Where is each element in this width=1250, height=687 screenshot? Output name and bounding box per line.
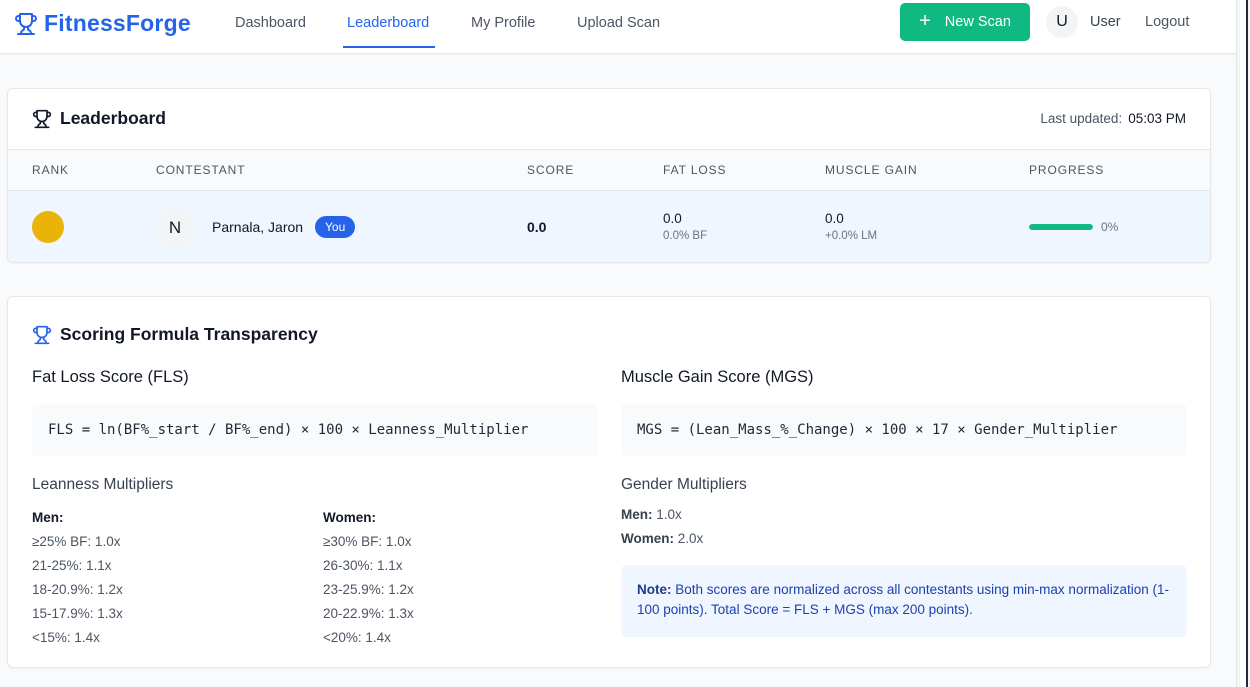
list-item: 15-17.9%: 1.3x	[32, 606, 123, 621]
women-label: Women:	[323, 510, 376, 525]
rank-badge	[32, 211, 64, 243]
user-avatar[interactable]: U	[1046, 6, 1078, 38]
gender-women-value: 2.0x	[677, 531, 704, 546]
list-item: ≥25% BF: 1.0x	[32, 534, 121, 549]
you-badge: You	[315, 216, 356, 238]
last-updated: Last updated: 05:03 PM	[1040, 111, 1186, 126]
contestant-avatar: N	[155, 208, 195, 248]
col-muscle-gain: MUSCLE GAIN	[825, 163, 918, 177]
last-updated-time: 05:03 PM	[1128, 111, 1186, 126]
top-navbar: FitnessForge Dashboard Leaderboard My Pr…	[0, 0, 1236, 54]
col-progress: PROGRESS	[1029, 163, 1105, 177]
list-item: 23-25.9%: 1.2x	[323, 582, 414, 597]
list-item: 18-20.9%: 1.2x	[32, 582, 123, 597]
list-item: ≥30% BF: 1.0x	[323, 534, 412, 549]
men-multipliers: Men: ≥25% BF: 1.0x 21-25%: 1.1x 18-20.9%…	[32, 506, 123, 650]
list-item: 20-22.9%: 1.3x	[323, 606, 414, 621]
scoring-heading: Scoring Formula Transparency	[32, 324, 318, 345]
brand-logo[interactable]: FitnessForge	[14, 10, 191, 37]
active-nav-indicator	[343, 46, 435, 48]
new-scan-label: New Scan	[944, 14, 1011, 30]
leaderboard-heading: Leaderboard	[32, 108, 166, 129]
fls-formula: FLS = ln(BF%_start / BF%_end) × 100 × Le…	[32, 404, 598, 456]
muscle-gain-value: 0.0	[825, 211, 844, 226]
leaderboard-title: Leaderboard	[60, 108, 166, 128]
nav-upload-scan[interactable]: Upload Scan	[577, 15, 660, 31]
nav-dashboard[interactable]: Dashboard	[235, 15, 306, 31]
last-updated-label: Last updated:	[1040, 111, 1123, 126]
gender-heading: Gender Multipliers	[621, 476, 747, 493]
gender-men: Men: 1.0x	[621, 507, 682, 522]
gender-women-label: Women:	[621, 531, 674, 546]
scrollbar[interactable]	[1236, 0, 1250, 687]
list-item: 21-25%: 1.1x	[32, 558, 112, 573]
progress-fill	[1029, 224, 1093, 230]
mgs-formula: MGS = (Lean_Mass_%_Change) × 100 × 17 × …	[621, 404, 1187, 456]
mgs-heading: Muscle Gain Score (MGS)	[621, 368, 814, 386]
score-value: 0.0	[527, 219, 547, 235]
col-rank: RANK	[32, 163, 69, 177]
scoring-formula-card: Scoring Formula Transparency Fat Loss Sc…	[7, 296, 1211, 668]
contestant-name: Parnala, Jaron	[212, 219, 304, 235]
leanness-heading: Leanness Multipliers	[32, 476, 174, 493]
col-contestant: CONTESTANT	[156, 163, 246, 177]
plus-icon: +	[919, 10, 931, 32]
muscle-gain-sub: +0.0% LM	[825, 230, 878, 242]
leaderboard-card: Leaderboard Last updated: 05:03 PM RANK C…	[7, 88, 1211, 263]
progress-bar	[1029, 224, 1093, 230]
trophy-icon	[32, 325, 52, 344]
list-item: 26-30%: 1.1x	[323, 558, 403, 573]
fat-loss-sub: 0.0% BF	[663, 230, 708, 242]
scoring-title: Scoring Formula Transparency	[60, 324, 318, 344]
brand-name: FitnessForge	[44, 10, 191, 36]
gender-men-value: 1.0x	[656, 507, 682, 522]
fls-heading: Fat Loss Score (FLS)	[32, 368, 189, 386]
new-scan-button[interactable]: + New Scan	[900, 3, 1030, 41]
col-score: SCORE	[527, 163, 575, 177]
note-label: Note:	[637, 582, 672, 597]
fat-loss-value: 0.0	[663, 211, 682, 226]
nav-my-profile[interactable]: My Profile	[471, 15, 535, 31]
progress-percent: 0%	[1101, 220, 1119, 234]
table-header: RANK CONTESTANT SCORE FAT LOSS MUSCLE GA…	[8, 149, 1210, 191]
list-item: <15%: 1.4x	[32, 630, 100, 645]
logout-link[interactable]: Logout	[1145, 14, 1189, 30]
table-row[interactable]: N Parnala, Jaron You 0.0 0.0 0.0% BF 0.0…	[8, 191, 1210, 262]
list-item: <20%: 1.4x	[323, 630, 391, 645]
nav-leaderboard[interactable]: Leaderboard	[347, 15, 429, 31]
gender-men-label: Men:	[621, 507, 653, 522]
trophy-icon	[15, 12, 37, 35]
normalization-note: Note: Both scores are normalized across …	[621, 565, 1187, 637]
men-label: Men:	[32, 510, 64, 525]
user-name[interactable]: User	[1090, 14, 1121, 30]
col-fat-loss: FAT LOSS	[663, 163, 727, 177]
note-text: Both scores are normalized across all co…	[637, 582, 1169, 617]
trophy-icon	[32, 109, 52, 128]
gender-women: Women: 2.0x	[621, 531, 703, 546]
women-multipliers: Women: ≥30% BF: 1.0x 26-30%: 1.1x 23-25.…	[323, 506, 414, 650]
